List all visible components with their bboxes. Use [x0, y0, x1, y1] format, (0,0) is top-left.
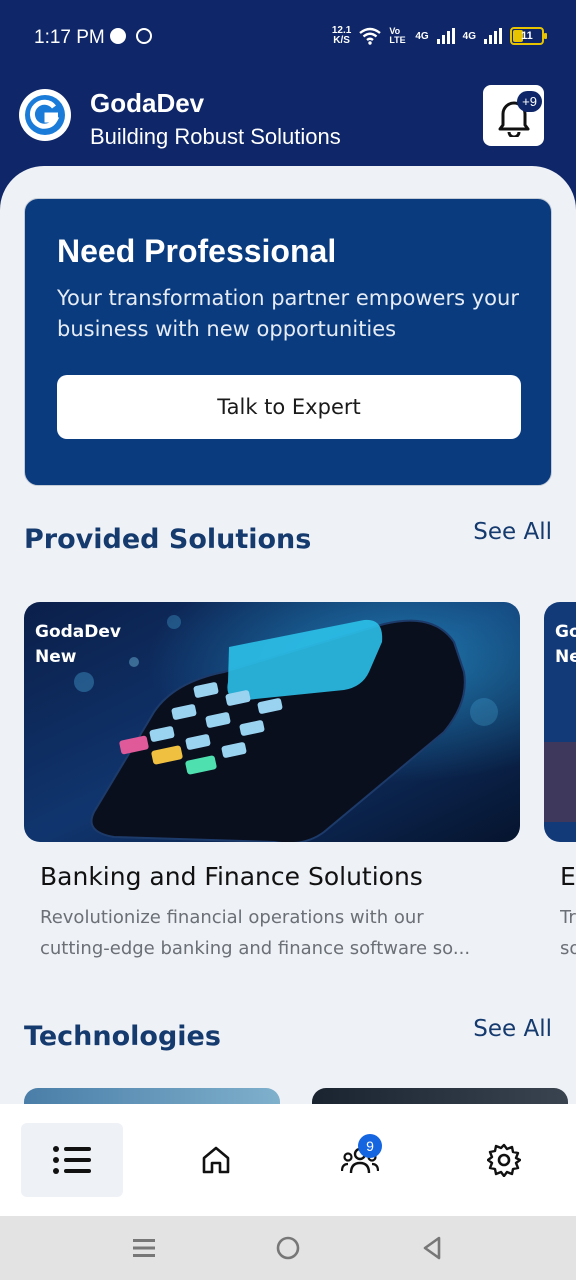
home-icon	[202, 1146, 230, 1174]
logo-icon	[25, 95, 65, 135]
net-speed: 12.1 K/S	[331, 25, 352, 46]
solution-card-description: Revolutionize financial operations with …	[40, 907, 471, 959]
bottom-navigation: 9	[0, 1104, 576, 1216]
volte-label: Vo LTE	[389, 26, 406, 45]
system-navigation-bar	[0, 1216, 576, 1280]
nav-menu-button[interactable]	[21, 1123, 123, 1197]
technologies-see-all-link[interactable]: See All	[473, 1016, 552, 1042]
signal-icon	[436, 28, 455, 44]
app-title: GodaDev	[90, 88, 205, 118]
solutions-see-all-link[interactable]: See All	[473, 519, 552, 545]
menu-lines-icon	[133, 1239, 155, 1257]
back-system-button[interactable]	[416, 1232, 448, 1264]
list-icon	[53, 1146, 91, 1174]
solution-card-description-2: Tr so	[560, 907, 576, 959]
app-logo	[19, 89, 71, 141]
recent-apps-button[interactable]	[128, 1232, 160, 1264]
chat-notification-icon	[110, 28, 126, 44]
hero-banner: Need Professional Your transformation pa…	[24, 198, 552, 486]
network-label-1: 4G	[415, 30, 429, 42]
main-content: Need Professional Your transformation pa…	[0, 166, 576, 1106]
app-subtitle: Building Robust Solutions	[90, 124, 341, 149]
hero-title: Need Professional	[57, 233, 337, 269]
nav-home-button[interactable]	[165, 1123, 267, 1197]
circle-home-icon	[276, 1236, 300, 1260]
solutions-section-title: Provided Solutions	[24, 524, 312, 555]
app-notification-icon	[136, 28, 152, 44]
status-bar: 1:17 PM 12.1 K/S Vo LTE 4G 4G 11	[0, 0, 576, 76]
card-badge: GodaDev New	[35, 622, 121, 667]
technologies-section-title: Technologies	[24, 1021, 221, 1052]
team-count-badge: 9	[358, 1134, 382, 1158]
home-system-button[interactable]	[272, 1232, 304, 1264]
card-badge-2: Go Ne	[555, 622, 576, 667]
talk-to-expert-button[interactable]: Talk to Expert	[57, 375, 521, 439]
gear-icon	[487, 1143, 521, 1177]
nav-settings-button[interactable]	[453, 1123, 555, 1197]
wifi-icon	[359, 27, 382, 45]
nav-team-button[interactable]: 9	[309, 1123, 411, 1197]
hero-text: Your transformation partner empowers you…	[57, 286, 519, 341]
app-header: GodaDev Building Robust Solutions +9	[0, 76, 576, 176]
network-label-2: 4G	[462, 30, 476, 42]
status-time: 1:17 PM	[34, 27, 105, 48]
solution-card-title-2: E	[560, 862, 576, 891]
solution-card-title: Banking and Finance Solutions	[40, 862, 423, 891]
back-triangle-icon	[423, 1236, 441, 1260]
solution-card-image[interactable]: GodaDev New	[24, 602, 520, 842]
solution-card-image-2[interactable]: Go Ne	[544, 602, 576, 842]
notification-count-badge: +9	[517, 91, 542, 112]
battery-icon: 11	[510, 27, 547, 45]
signal-icon-2	[484, 28, 502, 44]
notifications-button[interactable]: +9	[483, 85, 544, 146]
status-icons: 12.1 K/S Vo LTE 4G 4G 11	[331, 25, 547, 46]
